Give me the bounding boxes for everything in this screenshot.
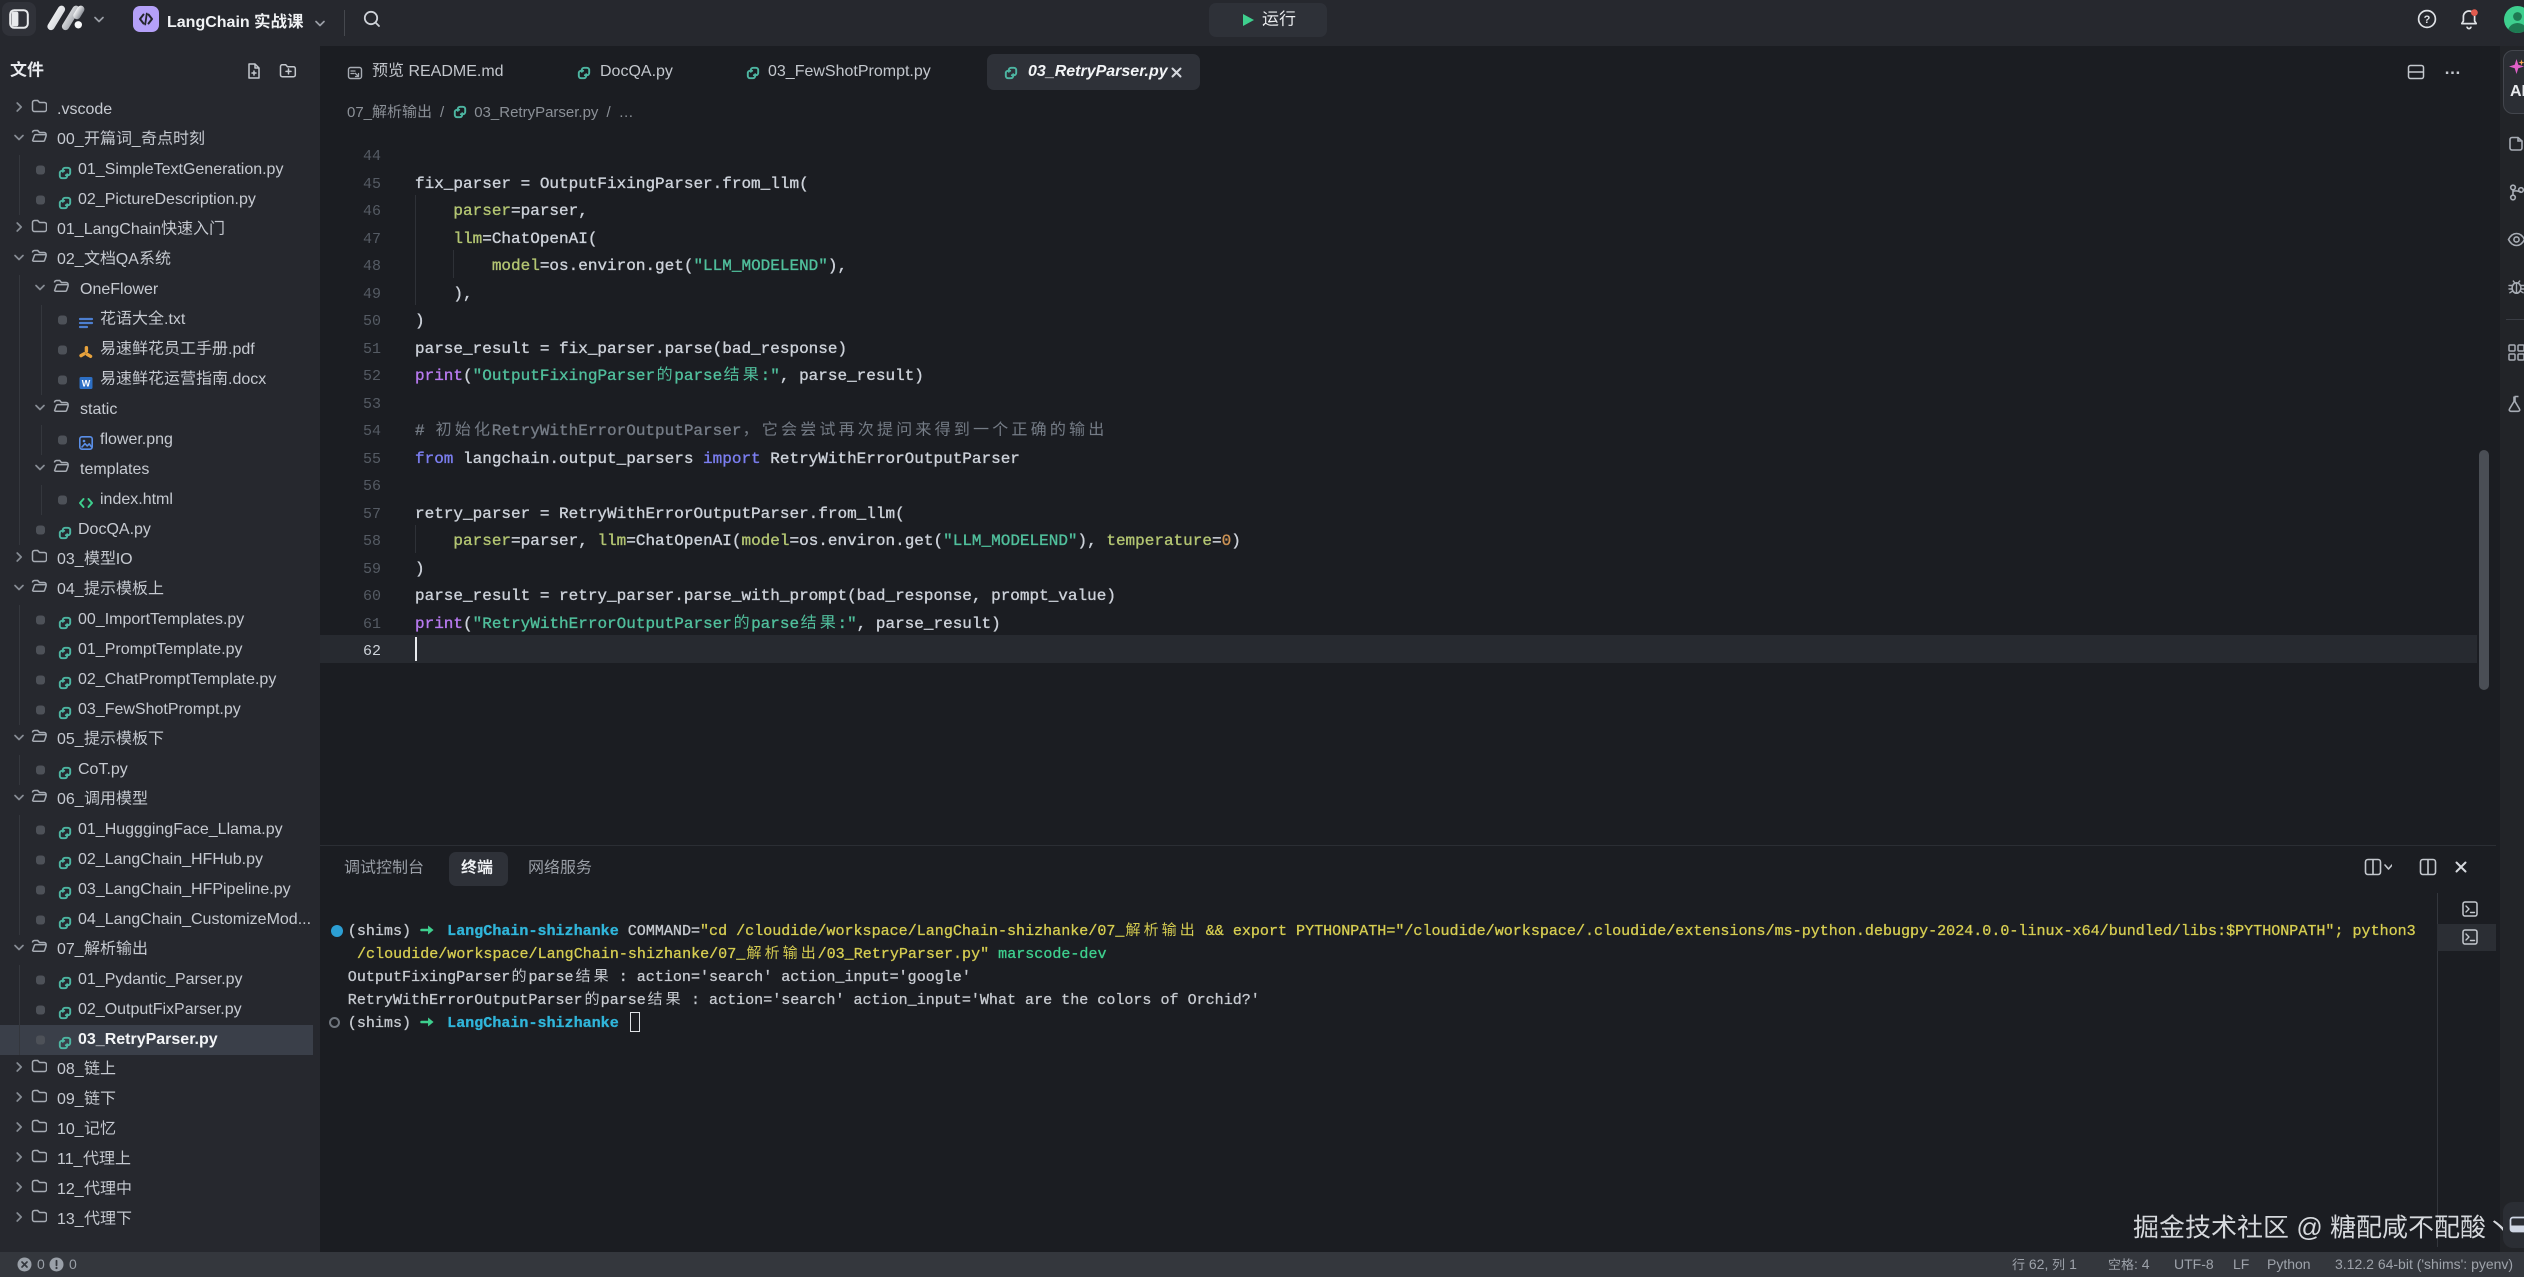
svg-text:W: W [82, 379, 91, 389]
svg-text:?: ? [2424, 14, 2431, 26]
